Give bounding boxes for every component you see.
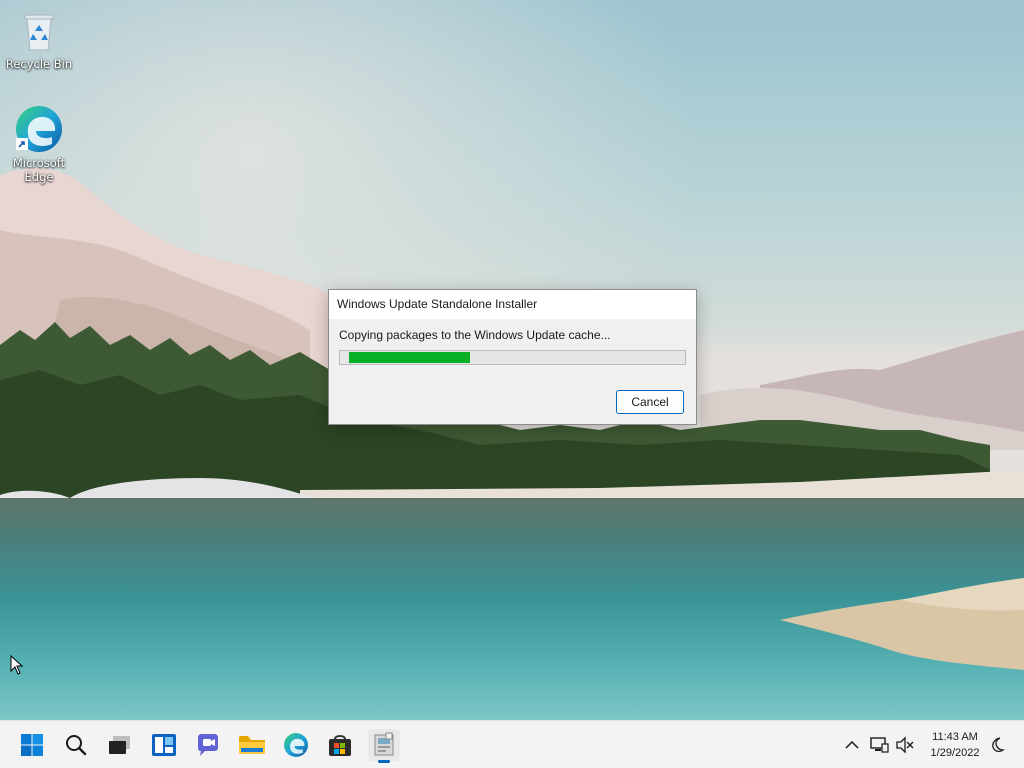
search-icon [66,735,87,756]
taskbar: 11:43 AM 1/29/2022 [0,720,1024,768]
cancel-button[interactable]: Cancel [616,390,684,414]
clock-time: 11:43 AM [932,731,978,743]
chevron-up-icon [845,740,859,749]
tray-overflow-button[interactable] [842,721,862,768]
task-view-icon [109,736,130,754]
edge-icon [14,104,64,154]
chat-button[interactable] [192,729,224,761]
installer-dialog: Windows Update Standalone Installer Copy… [328,289,697,425]
night-light-button[interactable] [986,721,1010,768]
start-button[interactable] [16,729,48,761]
desktop-icon-recycle-bin[interactable]: Recycle Bin [1,10,77,71]
dialog-message: Copying packages to the Windows Update c… [339,328,611,342]
dialog-title: Windows Update Standalone Installer [329,290,696,319]
teams-chat-icon [198,734,218,756]
clock-date: 1/29/2022 [930,747,980,759]
mouse-cursor-icon [10,655,24,675]
store-icon [329,735,351,756]
volume-button[interactable] [894,721,916,768]
progress-bar [339,350,686,365]
taskbar-clock[interactable]: 11:43 AM 1/29/2022 [920,729,990,761]
windows-start-icon [21,734,43,756]
desktop-icon-label-line1: Microsoft [12,156,66,170]
widgets-button[interactable] [148,729,180,761]
network-button[interactable] [868,721,890,768]
desktop-icon-label-line2: Edge [24,170,54,184]
volume-muted-icon [896,736,914,754]
edge-taskbar-button[interactable] [280,729,312,761]
network-icon [870,737,889,753]
recycle-bin-icon [1,10,77,55]
edge-icon [284,733,308,757]
folder-icon [239,736,265,754]
night-light-icon [992,737,1005,753]
desktop-icon-label: Recycle Bin [5,57,73,71]
search-button[interactable] [60,729,92,761]
progress-bar-fill [349,352,470,363]
store-button[interactable] [324,729,356,761]
file-explorer-button[interactable] [236,729,268,761]
installer-icon [374,732,394,756]
installer-taskbar-button[interactable] [368,729,400,763]
desktop-icon-edge[interactable]: Microsoft Edge [1,104,77,184]
task-view-button[interactable] [104,729,136,761]
widgets-icon [152,734,176,756]
